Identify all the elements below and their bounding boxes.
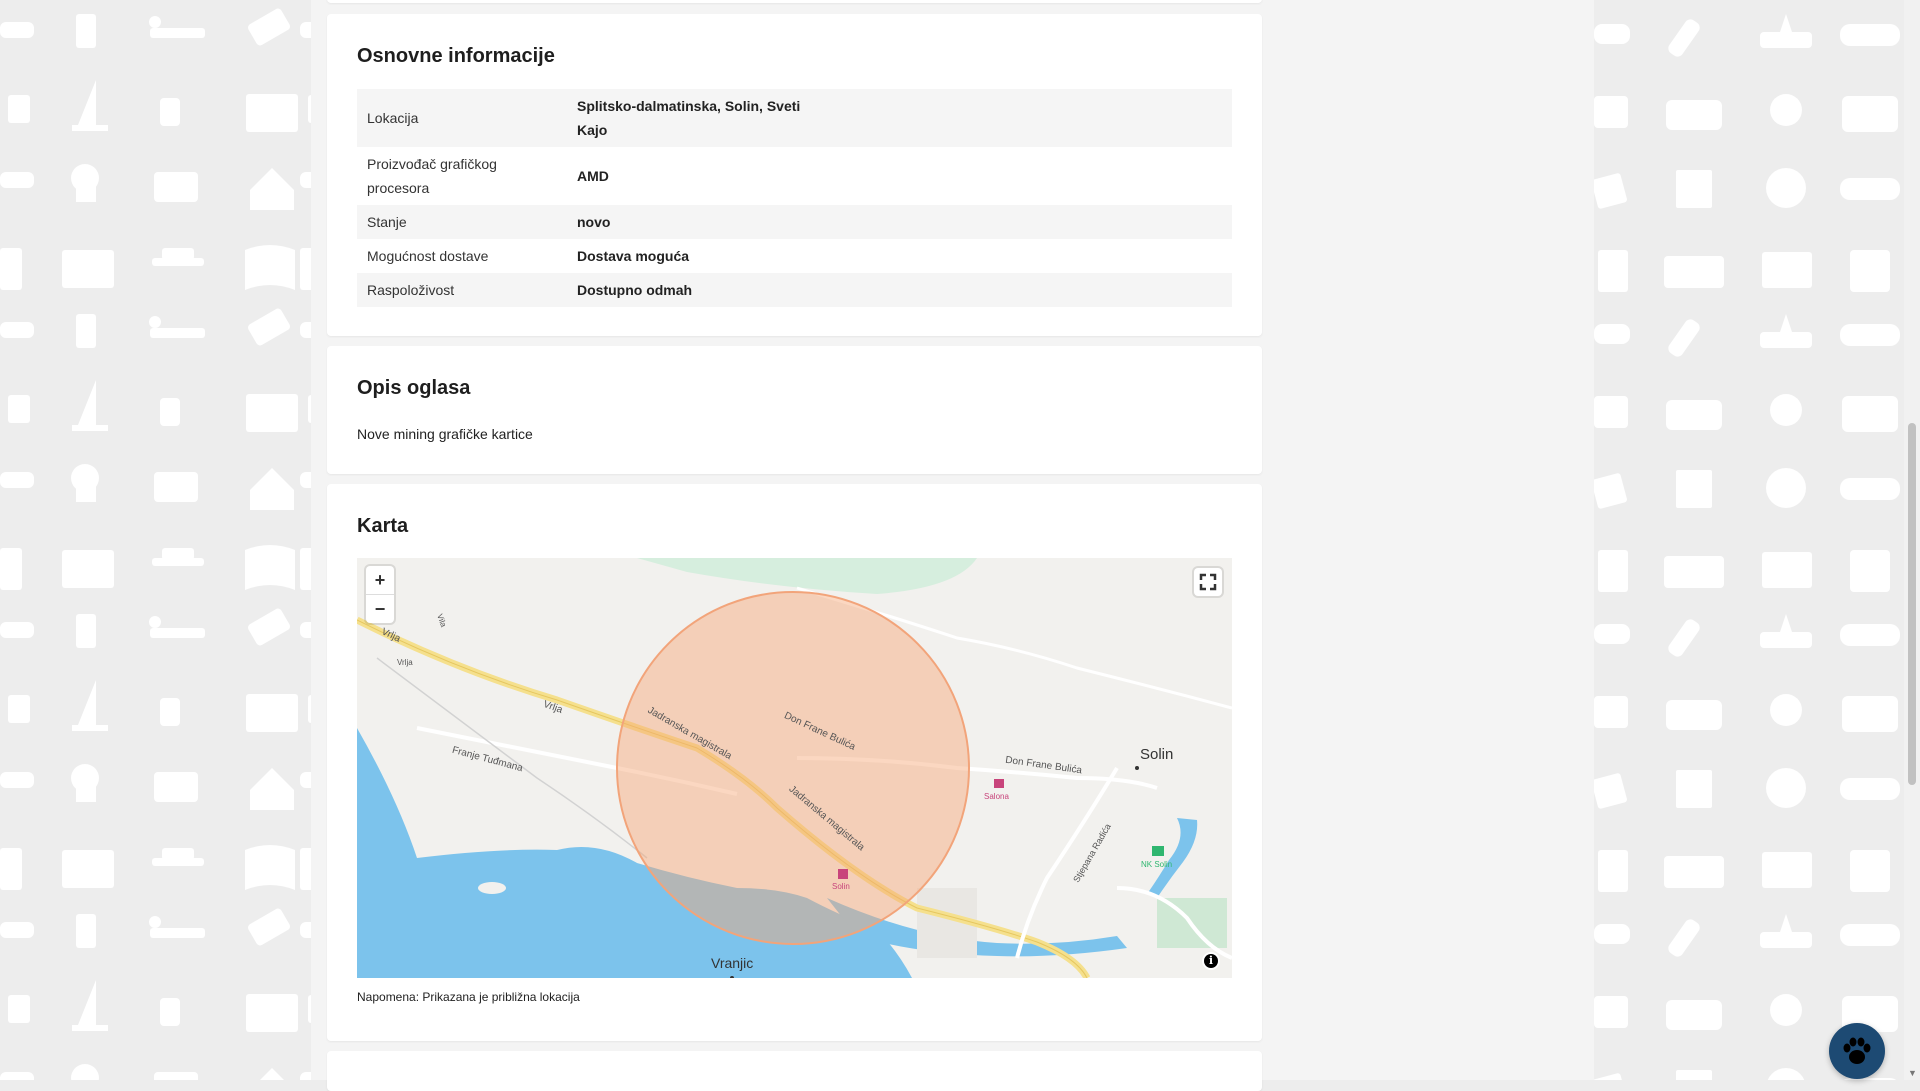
zoom-out-button[interactable]: − xyxy=(366,594,394,623)
table-row: Lokacija Splitsko-dalmatinska, Solin, Sv… xyxy=(357,89,1232,147)
map-label-poi: Salona xyxy=(984,792,1009,801)
scroll-down-arrow[interactable]: ▼ xyxy=(1908,1068,1917,1078)
row-label: Mogućnost dostave xyxy=(367,248,489,264)
table-row: Mogućnost dostave Dostava moguća xyxy=(357,239,1232,273)
description-text: Nove mining grafičke kartice xyxy=(357,426,533,442)
row-label: Lokacija xyxy=(367,110,419,126)
main-content: Osnovne informacije Lokacija Splitsko-da… xyxy=(311,0,1594,1091)
zoom-in-button[interactable]: + xyxy=(366,566,394,594)
basic-info-table: Lokacija Splitsko-dalmatinska, Solin, Sv… xyxy=(357,89,1232,307)
background-pattern-left xyxy=(0,0,311,1080)
info-icon: i xyxy=(1204,954,1218,968)
map-label-solin: Solin xyxy=(1140,746,1174,763)
map-label-poi: NK Solin xyxy=(1141,860,1173,869)
fullscreen-button[interactable] xyxy=(1194,568,1222,596)
basic-info-card: Osnovne informacije Lokacija Splitsko-da… xyxy=(327,14,1262,336)
background-pattern-right xyxy=(1594,0,1904,1080)
page-scrollbar[interactable]: ▼ xyxy=(1904,0,1920,1080)
table-row: Raspoloživost Dostupno odmah xyxy=(357,273,1232,307)
map-label-street: Vrlja xyxy=(397,658,413,667)
row-value: Dostupno odmah xyxy=(577,282,693,298)
map-label-poi: Solin xyxy=(832,882,850,891)
row-label: Raspoloživost xyxy=(367,282,455,298)
table-row: Proizvođač grafičkog procesora AMD xyxy=(357,147,1232,205)
row-value: novo xyxy=(577,214,611,230)
previous-card xyxy=(327,0,1262,3)
chat-button[interactable] xyxy=(1829,1023,1885,1079)
row-label: Stanje xyxy=(367,214,407,230)
basic-info-title: Osnovne informacije xyxy=(357,45,555,67)
row-label: Proizvođač grafičkog procesora xyxy=(367,156,497,196)
zoom-control: + − xyxy=(366,566,394,623)
row-value: AMD xyxy=(577,168,609,184)
decorative-icon-pattern xyxy=(1594,0,1904,1080)
table-row: Stanje novo xyxy=(357,205,1232,239)
description-card: Opis oglasa Nove mining grafičke kartice xyxy=(327,346,1262,474)
map-note: Napomena: Prikazana je približna lokacij… xyxy=(357,990,580,1004)
fullscreen-icon xyxy=(1199,573,1217,591)
map-title: Karta xyxy=(357,515,409,537)
paw-icon xyxy=(1843,1037,1871,1064)
row-value: Splitsko-dalmatinska, Solin, Sveti Kajo xyxy=(577,98,801,138)
scrollbar-thumb[interactable] xyxy=(1908,423,1916,785)
location-map[interactable]: Solin Vranjic Vrlja Vrlja Vrlja Vila Jad… xyxy=(357,558,1232,978)
map-tiles xyxy=(357,558,1232,978)
row-value: Dostava moguća xyxy=(577,248,690,264)
decorative-icon-pattern xyxy=(0,0,311,1080)
next-card xyxy=(327,1051,1262,1091)
map-card: Karta Solin Vranjic Vrlja Vrlja Vrlja Vi… xyxy=(327,484,1262,1041)
description-title: Opis oglasa xyxy=(357,377,471,399)
map-attribution-button[interactable]: i xyxy=(1202,952,1220,970)
map-label-vranjic: Vranjic xyxy=(711,955,754,971)
